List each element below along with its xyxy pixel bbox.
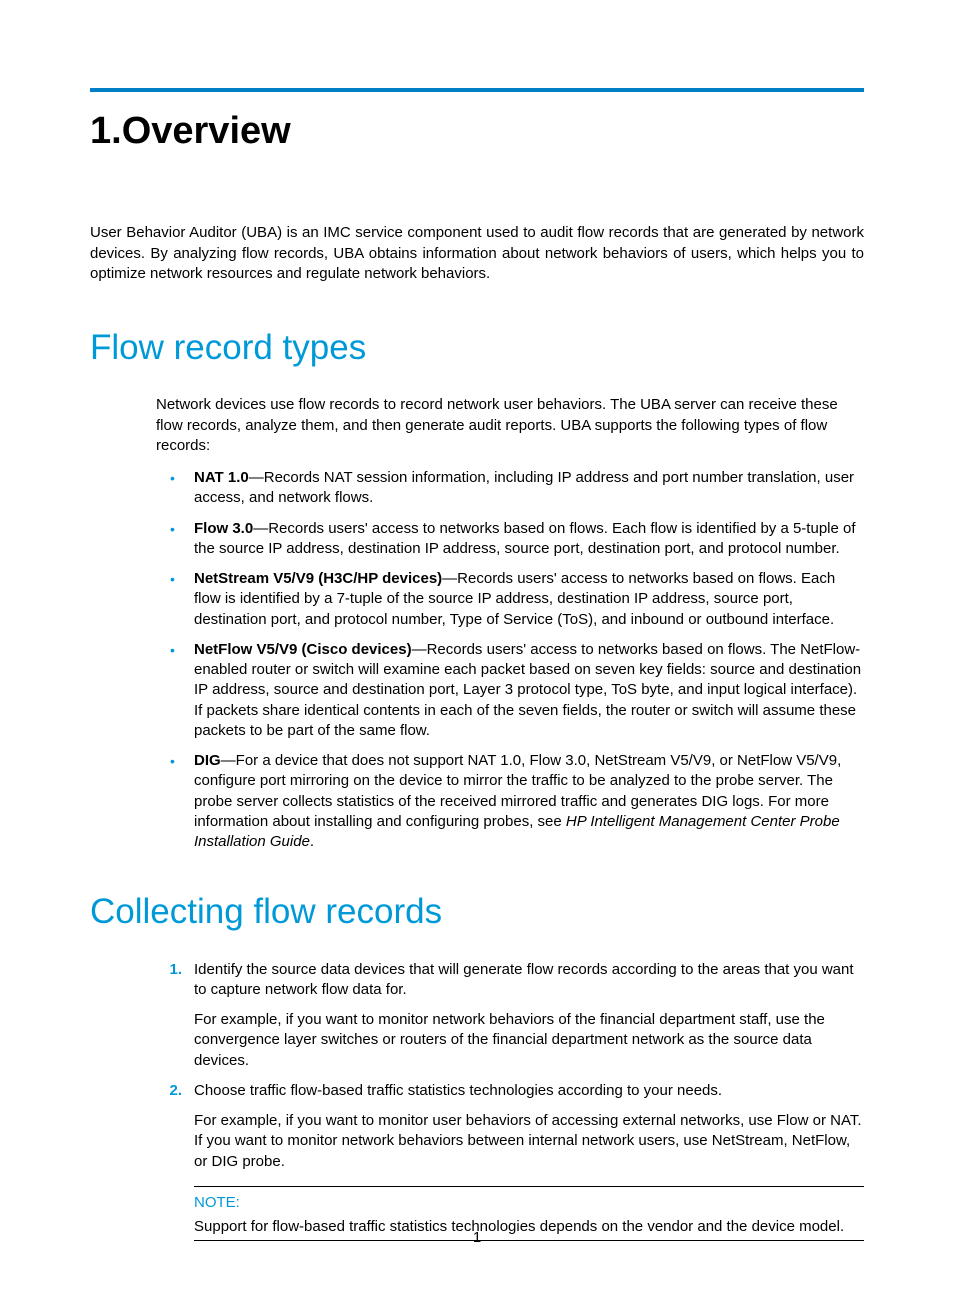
list-item: NetStream V5/V9 (H3C/HP devices)—Records… xyxy=(156,569,864,630)
step-number: 1. xyxy=(156,960,182,980)
list-item: NetFlow V5/V9 (Cisco devices)—Records us… xyxy=(156,640,864,741)
step-example: For example, if you want to monitor netw… xyxy=(194,1010,864,1071)
section1-lead: Network devices use flow records to reco… xyxy=(156,395,864,456)
list-item: DIG—For a device that does not support N… xyxy=(156,751,864,852)
page-number: 1 xyxy=(0,1228,954,1248)
term: NAT 1.0 xyxy=(194,469,249,486)
collecting-steps: 1. Identify the source data devices that… xyxy=(156,960,864,1172)
term: DIG xyxy=(194,752,221,769)
step-example: For example, if you want to monitor user… xyxy=(194,1111,864,1172)
list-item: NAT 1.0—Records NAT session information,… xyxy=(156,468,864,509)
section-collecting-flow-records-title: Collecting flow records xyxy=(90,888,864,935)
intro-paragraph: User Behavior Auditor (UBA) is an IMC se… xyxy=(90,223,864,284)
desc: —Records users' access to networks based… xyxy=(194,520,856,557)
desc-post: . xyxy=(310,833,314,850)
chapter-rule xyxy=(90,88,864,92)
term: Flow 3.0 xyxy=(194,520,253,537)
list-item: 2. Choose traffic flow-based traffic sta… xyxy=(156,1081,864,1172)
note-label: NOTE: xyxy=(194,1193,864,1213)
step-number: 2. xyxy=(156,1081,182,1101)
list-item: 1. Identify the source data devices that… xyxy=(156,960,864,1071)
section-flow-record-types-title: Flow record types xyxy=(90,324,864,371)
step-text: Choose traffic flow-based traffic statis… xyxy=(194,1081,864,1101)
term: NetFlow V5/V9 (Cisco devices) xyxy=(194,641,412,658)
chapter-title: 1.Overview xyxy=(90,106,864,157)
term: NetStream V5/V9 (H3C/HP devices) xyxy=(194,570,442,587)
list-item: Flow 3.0—Records users' access to networ… xyxy=(156,519,864,560)
desc: —Records NAT session information, includ… xyxy=(194,469,854,506)
step-text: Identify the source data devices that wi… xyxy=(194,960,864,1001)
flow-record-types-list: NAT 1.0—Records NAT session information,… xyxy=(156,468,864,852)
